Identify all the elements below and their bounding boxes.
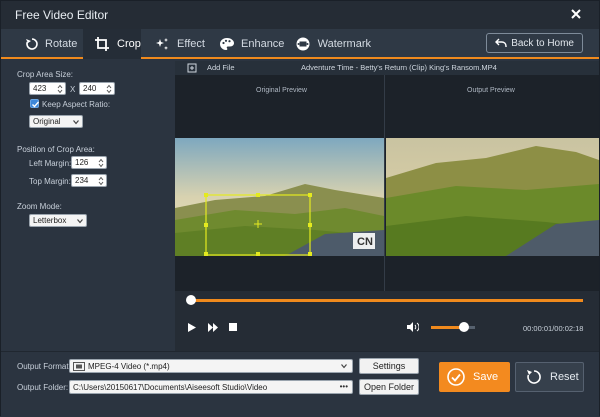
tab-enhance[interactable]: Enhance [219, 29, 285, 59]
back-to-home-label: Back to Home [511, 37, 574, 49]
output-folder-field[interactable]: C:\Users\20150617\Documents\Aiseesoft St… [69, 380, 353, 394]
crop-icon [93, 37, 111, 51]
fast-forward-icon[interactable] [208, 323, 218, 332]
output-format-label: Output Format: [17, 362, 71, 371]
open-folder-button[interactable]: Open Folder [359, 379, 419, 395]
settings-button[interactable]: Settings [359, 358, 419, 374]
spinner-arrows-icon[interactable] [106, 84, 112, 94]
crop-height-value: 240 [83, 84, 97, 93]
zoom-mode-label: Zoom Mode: [17, 202, 62, 211]
output-folder-label: Output Folder: [17, 383, 69, 392]
aspect-ratio-select[interactable]: Original [29, 115, 83, 128]
back-arrow-icon [495, 38, 507, 47]
back-to-home-button[interactable]: Back to Home [486, 33, 583, 53]
crop-position-label: Position of Crop Area: [17, 145, 95, 154]
top-margin-label: Top Margin: [29, 177, 71, 186]
preview-divider [384, 75, 385, 291]
check-circle-icon [447, 368, 465, 386]
open-folder-label: Open Folder [363, 382, 415, 392]
tab-effect-label: Effect [177, 38, 205, 50]
chevron-down-icon [77, 219, 83, 224]
reset-icon [527, 370, 541, 384]
play-icon[interactable] [188, 323, 196, 332]
cn-watermark: CN [357, 236, 373, 248]
tab-watermark[interactable]: Watermark [295, 29, 371, 59]
tab-enhance-label: Enhance [241, 38, 285, 50]
keep-aspect-checkbox[interactable] [30, 99, 40, 108]
save-label: Save [473, 371, 499, 383]
original-video-frame: CN [175, 138, 384, 256]
window-title: Free Video Editor [15, 8, 109, 22]
progress-track[interactable] [187, 299, 583, 302]
left-margin-label: Left Margin: [29, 159, 72, 168]
rotate-icon [25, 37, 39, 51]
crop-width-input[interactable]: 423 [29, 82, 66, 95]
add-file-label[interactable]: Add File [207, 63, 235, 72]
title-bar: Free Video Editor [1, 1, 599, 29]
zoom-mode-value: Letterbox [33, 216, 67, 225]
tab-rotate-label: Rotate [45, 38, 78, 50]
time-display: 00:00:01/00:02:18 [523, 324, 584, 333]
output-folder-value: C:\Users\20150617\Documents\Aiseesoft St… [73, 382, 268, 392]
file-bar: Add File Adventure Time - Betty's Return… [175, 61, 599, 75]
tab-crop-label: Crop [117, 38, 141, 50]
file-name: Adventure Time - Betty's Return (Clip) K… [301, 63, 497, 72]
film-icon [295, 37, 312, 51]
crop-height-input[interactable]: 240 [79, 82, 115, 95]
output-format-select[interactable]: MPEG-4 Video (*.mp4) [69, 359, 353, 373]
original-preview-label: Original Preview [256, 87, 307, 94]
volume-icon[interactable] [407, 322, 419, 332]
chevron-down-icon [341, 364, 347, 369]
add-file-icon[interactable] [187, 63, 197, 73]
tab-effect[interactable]: Effect [153, 29, 211, 59]
checkmark-icon [32, 101, 40, 108]
close-icon[interactable] [569, 7, 583, 21]
palette-icon [219, 37, 235, 51]
playback-bar: 00:00:01/00:02:18 [175, 291, 599, 351]
left-margin-input[interactable]: 126 [71, 156, 107, 169]
save-button[interactable]: Save [439, 362, 510, 392]
spinner-arrows-icon[interactable] [98, 158, 104, 168]
tab-rotate[interactable]: Rotate [17, 29, 77, 59]
settings-label: Settings [372, 361, 406, 371]
app-window: Free Video Editor Rotate Crop Effect Enh… [0, 0, 600, 417]
crop-x-label: X [70, 85, 76, 94]
spinner-arrows-icon[interactable] [57, 84, 63, 94]
zoom-mode-select[interactable]: Letterbox [29, 214, 87, 227]
reset-label: Reset [550, 371, 579, 383]
output-preview-label: Output Preview [467, 87, 515, 94]
tab-watermark-label: Watermark [317, 38, 371, 50]
chevron-down-icon [73, 120, 79, 125]
crop-area-size-label: Crop Area Size: [17, 70, 74, 79]
effect-icon [153, 37, 171, 51]
spinner-arrows-icon[interactable] [98, 176, 104, 186]
aspect-ratio-value: Original [33, 117, 61, 126]
volume-knob[interactable] [459, 322, 469, 332]
stop-icon[interactable] [229, 323, 237, 331]
video-format-icon [73, 361, 85, 371]
top-margin-input[interactable]: 234 [71, 174, 107, 187]
left-margin-value: 126 [75, 158, 89, 167]
reset-button[interactable]: Reset [515, 362, 584, 392]
browse-folder-button[interactable]: ••• [340, 382, 348, 391]
keep-aspect-label: Keep Aspect Ratio: [42, 100, 111, 109]
progress-knob[interactable] [185, 295, 196, 305]
output-format-value: MPEG-4 Video (*.mp4) [88, 361, 170, 371]
crop-settings-panel: Crop Area Size: 423 X 240 Keep Aspect Ra… [1, 61, 173, 347]
top-margin-value: 234 [75, 176, 89, 185]
tab-crop[interactable]: Crop [83, 29, 141, 59]
output-video-frame [386, 138, 599, 256]
crop-width-value: 423 [33, 84, 47, 93]
